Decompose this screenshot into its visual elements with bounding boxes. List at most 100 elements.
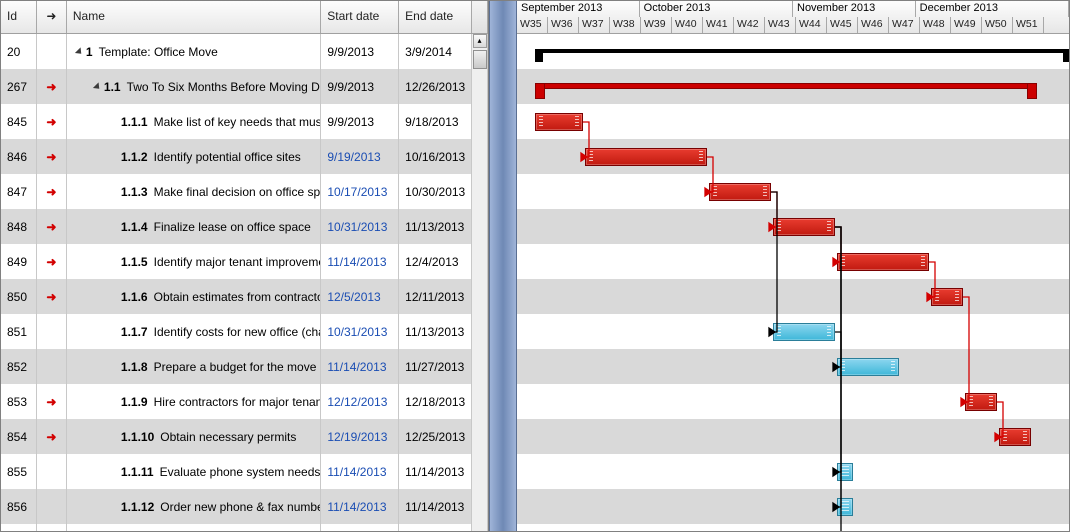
task-bar[interactable] (965, 393, 997, 411)
task-bar[interactable] (535, 113, 583, 131)
col-header-arrow[interactable]: ➜ (37, 1, 67, 33)
expander-icon[interactable] (75, 47, 84, 56)
task-bar[interactable] (585, 148, 707, 166)
successor-arrow-icon: ➜ (37, 209, 67, 244)
week-header: W50 (982, 17, 1013, 33)
col-header-name[interactable]: Name (67, 1, 321, 33)
timeline-weeks: W35W36W37W38W39W40W41W42W43W44W45W46W47W… (517, 17, 1069, 33)
cell-enddate[interactable]: 9/18/2013 (399, 104, 472, 139)
table-row[interactable]: 848➜1.1.4Finalize lease on office space1… (1, 209, 488, 244)
cell-enddate[interactable]: 11/14/2013 (399, 489, 472, 524)
cell-enddate[interactable]: 10/30/2013 (399, 174, 472, 209)
cell-startdate[interactable]: 11/14/2013 (321, 244, 399, 279)
table-row[interactable]: 853➜1.1.9Hire contractors for major tena… (1, 384, 488, 419)
cell-id: 855 (1, 454, 37, 489)
table-row[interactable]: 847➜1.1.3Make final decision on office s… (1, 174, 488, 209)
cell-name: 1.1.10Obtain necessary permits (67, 419, 321, 454)
table-row[interactable]: 8571.1.13Communicate to employees11/14/2… (1, 524, 488, 531)
cell-enddate[interactable]: 10/16/2013 (399, 139, 472, 174)
task-bar[interactable] (837, 498, 853, 516)
task-name: Order new phone & fax numbers (160, 500, 321, 514)
table-row[interactable]: 850➜1.1.6Obtain estimates from contracto… (1, 279, 488, 314)
table-row[interactable]: 201Template: Office Move9/9/20133/9/2014… (1, 34, 488, 69)
scroll-up-icon[interactable]: ▴ (473, 34, 487, 48)
task-bar[interactable] (709, 183, 771, 201)
table-row[interactable]: 8561.1.12Order new phone & fax numbers11… (1, 489, 488, 524)
gantt-row (517, 279, 1069, 314)
wbs-number: 1.1.2 (121, 150, 148, 164)
task-bar[interactable] (773, 218, 835, 236)
wbs-number: 1.1.4 (121, 220, 148, 234)
cell-enddate[interactable]: 11/13/2013 (399, 209, 472, 244)
scrollbar-gutter (472, 419, 488, 454)
summary-bar[interactable] (535, 83, 1037, 89)
cell-id: 267 (1, 69, 37, 104)
week-header: W36 (548, 17, 579, 33)
table-row[interactable]: 845➜1.1.1Make list of key needs that mus… (1, 104, 488, 139)
cell-startdate[interactable]: 10/31/2013 (321, 314, 399, 349)
task-bar[interactable] (837, 463, 853, 481)
table-row[interactable]: 8551.1.11Evaluate phone system needs11/1… (1, 454, 488, 489)
table-row[interactable]: 849➜1.1.5Identify major tenant improveme… (1, 244, 488, 279)
cell-startdate[interactable]: 12/5/2013 (321, 279, 399, 314)
task-bar[interactable] (837, 253, 929, 271)
cell-startdate[interactable]: 12/12/2013 (321, 384, 399, 419)
week-header: W38 (610, 17, 641, 33)
cell-startdate[interactable]: 10/17/2013 (321, 174, 399, 209)
col-header-start[interactable]: Start date (321, 1, 399, 33)
task-bar[interactable] (837, 358, 899, 376)
cell-startdate[interactable]: 9/9/2013 (321, 104, 399, 139)
cell-enddate[interactable]: 11/13/2013 (399, 314, 472, 349)
col-header-scroll (472, 1, 488, 33)
expander-icon[interactable] (93, 82, 102, 91)
cell-name: 1.1.12Order new phone & fax numbers (67, 489, 321, 524)
cell-startdate[interactable]: 10/31/2013 (321, 209, 399, 244)
col-header-id[interactable]: Id (1, 1, 37, 33)
scroll-thumb[interactable] (473, 50, 487, 69)
gantt-row (517, 524, 1069, 531)
col-header-end[interactable]: End date (399, 1, 472, 33)
task-bar[interactable] (999, 428, 1031, 446)
cell-enddate[interactable]: 11/27/2013 (399, 349, 472, 384)
task-name: Identify potential office sites (154, 150, 301, 164)
scrollbar-gutter (472, 279, 488, 314)
table-row[interactable]: 267➜1.1Two To Six Months Before Moving D… (1, 69, 488, 104)
wbs-number: 1.1.3 (121, 185, 148, 199)
successor-arrow-icon (37, 34, 67, 69)
cell-enddate[interactable]: 12/4/2013 (399, 244, 472, 279)
table-row[interactable]: 846➜1.1.2Identify potential office sites… (1, 139, 488, 174)
cell-startdate[interactable]: 9/9/2013 (321, 69, 399, 104)
table-row[interactable]: 854➜1.1.10Obtain necessary permits12/19/… (1, 419, 488, 454)
splitter[interactable] (489, 1, 517, 531)
task-bar[interactable] (773, 323, 835, 341)
summary-bar[interactable] (535, 49, 1069, 53)
cell-enddate[interactable]: 3/9/2014 (399, 34, 472, 69)
cell-startdate[interactable]: 11/14/2013 (321, 489, 399, 524)
week-header: W42 (734, 17, 765, 33)
cell-startdate[interactable]: 9/19/2013 (321, 139, 399, 174)
successor-arrow-icon: ➜ (37, 174, 67, 209)
cell-startdate[interactable]: 11/14/2013 (321, 524, 399, 531)
cell-startdate[interactable]: 11/14/2013 (321, 349, 399, 384)
table-row[interactable]: 8511.1.7Identify costs for new office (c… (1, 314, 488, 349)
cell-enddate[interactable]: 12/25/2013 (399, 419, 472, 454)
gantt-row (517, 349, 1069, 384)
wbs-number: 1.1.11 (121, 465, 154, 479)
cell-enddate[interactable]: 11/14/2013 (399, 524, 472, 531)
cell-name: 1.1.13Communicate to employees (67, 524, 321, 531)
cell-name: 1.1.2 Identify potential office sites (67, 139, 321, 174)
task-bar[interactable] (931, 288, 963, 306)
cell-enddate[interactable]: 12/11/2013 (399, 279, 472, 314)
cell-startdate[interactable]: 11/14/2013 (321, 454, 399, 489)
table-row[interactable]: 8521.1.8Prepare a budget for the move &1… (1, 349, 488, 384)
cell-startdate[interactable]: 9/9/2013 (321, 34, 399, 69)
cell-startdate[interactable]: 12/19/2013 (321, 419, 399, 454)
wbs-number: 1 (86, 45, 93, 59)
scrollbar[interactable]: ▴ (472, 34, 487, 69)
cell-enddate[interactable]: 12/26/2013 (399, 69, 472, 104)
cell-enddate[interactable]: 11/14/2013 (399, 454, 472, 489)
cell-enddate[interactable]: 12/18/2013 (399, 384, 472, 419)
task-name: Make final decision on office spac (154, 185, 322, 199)
gantt-body[interactable] (517, 34, 1069, 531)
gantt-panel: September 2013October 2013November 2013D… (517, 1, 1069, 531)
